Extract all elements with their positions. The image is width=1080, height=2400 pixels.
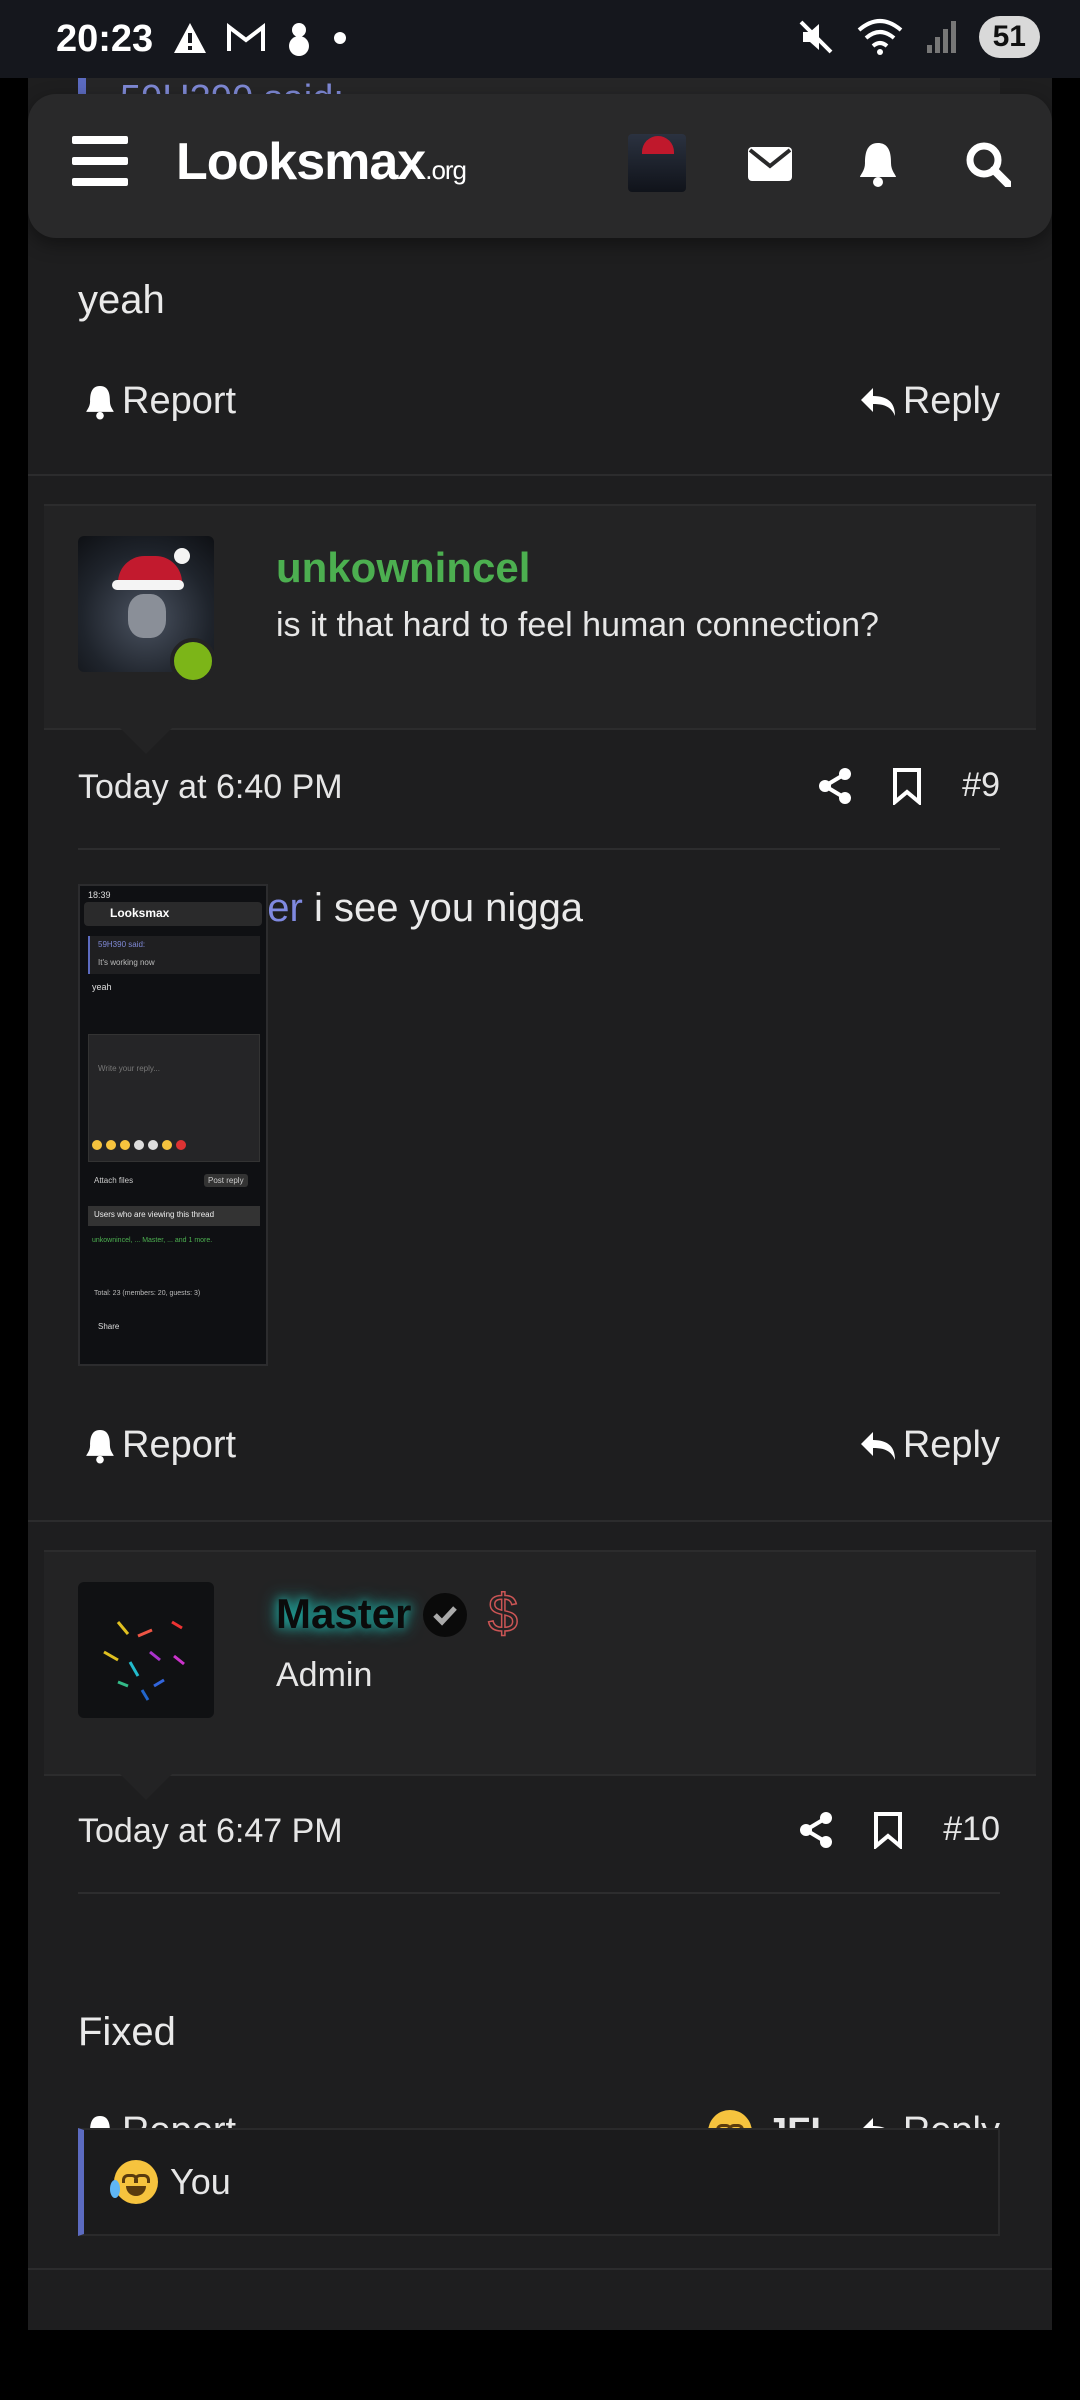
bookmark-icon[interactable] — [873, 1811, 903, 1849]
reply-icon — [860, 387, 895, 416]
share-icon[interactable] — [818, 767, 852, 804]
avatar[interactable] — [78, 1582, 214, 1718]
system-navigation-bar — [0, 2330, 1080, 2400]
post-date[interactable]: Today at 6:47 PM — [78, 1812, 343, 1851]
gmail-icon — [227, 23, 265, 51]
warning-icon — [174, 23, 206, 53]
attached-screenshot[interactable]: 18:39 Looksmax 59H390 said: It's working… — [78, 884, 268, 1366]
post-date[interactable]: Today at 6:40 PM — [78, 768, 343, 807]
message-user-block: unkownincel is it that hard to feel huma… — [44, 504, 1036, 754]
message-user-block: Master $ Admin — [44, 1550, 1036, 1800]
account-avatar[interactable] — [628, 134, 686, 192]
post-divider — [78, 1892, 1000, 1894]
wifi-icon — [857, 19, 902, 55]
menu-icon[interactable] — [72, 136, 128, 186]
top-navigation: Looksmax.org — [28, 94, 1052, 238]
reply-button[interactable]: Reply — [859, 1424, 1000, 1467]
site-logo[interactable]: Looksmax.org — [176, 132, 467, 192]
post-number[interactable]: #10 — [943, 1810, 1000, 1849]
user-title: is it that hard to feel human connection… — [276, 606, 879, 644]
status-notification-icons — [172, 20, 348, 56]
dot-icon — [334, 32, 346, 44]
mute-icon — [799, 20, 833, 54]
inbox-icon[interactable] — [744, 138, 796, 190]
reply-button[interactable]: Reply — [859, 380, 1000, 423]
snowman-icon — [289, 23, 309, 56]
status-bar: 20:23 51 — [0, 0, 1080, 78]
verified-icon — [423, 1593, 467, 1637]
post-meta: Today at 6:40 PM #9 — [78, 758, 1000, 818]
share-icon[interactable] — [799, 1811, 833, 1848]
user-title: Admin — [276, 1656, 373, 1694]
status-time: 20:23 — [56, 18, 154, 60]
dollar-icon: $ — [487, 1583, 519, 1642]
bell-icon — [86, 385, 114, 420]
post-meta: Today at 6:47 PM #10 — [78, 1802, 1000, 1862]
battery-indicator: 51 — [978, 16, 1040, 58]
svg-text:$: $ — [488, 1584, 518, 1642]
post-message: yeah — [78, 278, 165, 322]
report-button[interactable]: Report — [84, 380, 236, 423]
post-number[interactable]: #9 — [962, 766, 1000, 805]
post-divider — [78, 848, 1000, 850]
report-button[interactable]: Report — [84, 1424, 236, 1467]
post-message: Fixed — [78, 2010, 176, 2054]
signal-icon — [926, 21, 956, 53]
post-divider — [28, 474, 1052, 476]
online-status-indicator — [170, 638, 216, 684]
search-icon[interactable] — [962, 138, 1014, 190]
post-divider — [28, 2268, 1052, 2270]
reply-icon — [860, 1431, 895, 1460]
bell-icon[interactable] — [852, 138, 904, 190]
status-system-icons: 51 — [797, 16, 1040, 58]
username[interactable]: unkownincel — [276, 544, 530, 592]
bookmark-icon[interactable] — [892, 767, 922, 805]
reactions-summary[interactable]: You — [78, 2128, 1000, 2236]
bell-icon — [86, 1429, 114, 1464]
laughing-crying-emoji-icon — [110, 2160, 158, 2204]
username[interactable]: Master — [276, 1590, 411, 1638]
thread-page: 59H390 said: Looksmax.org yeah Report Re… — [28, 78, 1052, 2330]
post-divider — [28, 1520, 1052, 1522]
